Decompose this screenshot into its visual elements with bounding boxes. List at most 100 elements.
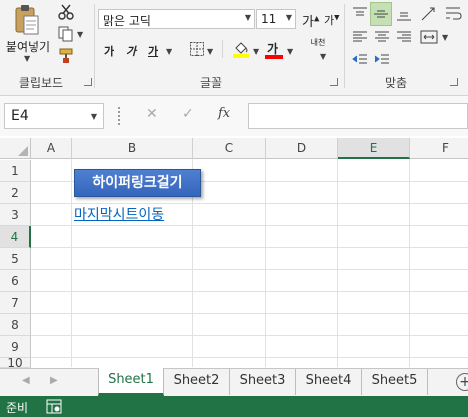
border-icon[interactable] [190,42,204,56]
macro-record-icon[interactable] [46,399,62,414]
row-header-8[interactable]: 8 [0,314,31,336]
chevron-down-icon: ▼ [90,112,97,121]
fill-color-icon[interactable] [232,40,250,58]
column-header-d[interactable]: D [266,138,338,159]
function-icon: fx [218,106,231,121]
grid-line [31,269,468,270]
row-header-10[interactable]: 10 [0,358,31,368]
row-header-7[interactable]: 7 [0,292,31,314]
align-middle-icon [374,10,388,18]
grid-line [31,335,468,336]
phonetic-dropdown-icon[interactable]: ▼ [320,52,326,61]
select-all-corner[interactable] [0,138,31,159]
align-bottom-icon[interactable] [396,6,412,22]
status-bar: 준비 [0,396,468,417]
font-color-dropdown-icon[interactable]: ▼ [287,47,293,56]
scroll-tabs-right-icon[interactable]: ▶ [50,375,58,386]
row-header-9[interactable]: 9 [0,336,31,358]
name-box[interactable]: E4 ▼ [4,103,104,129]
align-left-icon[interactable] [352,29,368,45]
column-header-f[interactable]: F [410,138,468,159]
grid-line [31,225,468,226]
formula-cancel-button[interactable]: ✕ [146,106,158,122]
insert-function-button[interactable]: fx [218,106,230,121]
format-painter-icon[interactable] [58,48,74,64]
sheet-tab-sheet5[interactable]: Sheet5 [362,369,428,395]
clipboard-launcher-icon[interactable] [84,78,92,86]
name-box-value: E4 [11,108,29,124]
shrink-font-glyph: 가 [324,14,335,27]
shrink-font-button[interactable]: 가▼ [324,12,340,28]
font-color-swatch [265,55,283,59]
sheet-tab-sheet1[interactable]: Sheet1 [98,368,164,396]
decrease-indent-icon[interactable] [352,52,368,68]
ribbon: 붙여넣기 ▼ ▼ 클립보드 맑은 고딕 ▼ 11 ▼ 가▲ 가▼ 가 가 가 ▼ [0,0,468,96]
merge-dropdown-icon[interactable]: ▼ [442,33,448,42]
cancel-icon: ✕ [146,106,158,122]
row-header-6[interactable]: 6 [0,270,31,292]
wrap-text-icon[interactable] [444,4,462,22]
ribbon-separator [94,4,95,88]
align-top-icon[interactable] [352,6,368,22]
orientation-icon[interactable] [420,4,438,22]
font-launcher-icon[interactable] [330,78,338,86]
align-middle-button[interactable] [370,2,392,26]
copy-icon[interactable] [58,26,74,42]
font-size-select[interactable]: 11 ▼ [256,9,296,29]
paste-button[interactable]: 붙여넣기 ▼ [2,2,52,64]
row-header-1[interactable]: 1 [0,160,31,182]
font-size-value: 11 [261,12,277,26]
grow-font-button[interactable]: 가▲ [302,11,319,30]
grid-line [31,291,468,292]
status-ready: 준비 [6,401,29,415]
italic-button[interactable]: 가 [126,43,136,59]
underline-button[interactable]: 가 [148,43,158,59]
phonetic-button[interactable]: 내천 [306,38,330,48]
sheet-tab-sheet2[interactable]: Sheet2 [164,369,230,395]
plus-icon: + [459,374,468,390]
select-all-icon [18,146,28,156]
increase-indent-icon[interactable] [374,52,390,68]
cut-icon[interactable] [58,4,74,20]
row-header-5[interactable]: 5 [0,248,31,270]
align-right-icon[interactable] [396,29,412,45]
formula-input[interactable] [248,103,468,129]
ribbon-separator [344,4,345,88]
bold-button[interactable]: 가 [104,43,114,59]
row-header-3[interactable]: 3 [0,204,31,226]
row-header-2[interactable]: 2 [0,182,31,204]
check-icon: ✓ [182,106,194,122]
font-name-value: 맑은 고딕 [103,14,151,28]
column-header-c[interactable]: C [193,138,266,159]
chevron-down-icon: ▼ [244,13,251,22]
column-header-a[interactable]: A [31,138,72,159]
new-sheet-button[interactable]: + [456,373,468,391]
border-dropdown-icon[interactable]: ▼ [207,47,213,56]
column-header-e[interactable]: E [338,138,410,159]
underline-dropdown-icon[interactable]: ▼ [166,47,172,56]
chevron-down-icon: ▼ [285,13,292,22]
font-name-select[interactable]: 맑은 고딕 ▼ [98,9,255,29]
sheet-tab-bar: ◀ ▶ Sheet1 Sheet2 Sheet3 Sheet4 Sheet5 + [0,368,468,396]
cell-b3-hyperlink[interactable]: 마지막시트이동 [74,204,164,224]
alignment-launcher-icon[interactable] [450,78,458,86]
merge-center-icon[interactable] [420,28,438,46]
align-center-icon[interactable] [374,29,390,45]
font-inner-separator [222,40,223,58]
formula-enter-button[interactable]: ✓ [182,106,194,122]
sheet-tab-sheet3[interactable]: Sheet3 [230,369,296,395]
copy-dropdown-icon[interactable]: ▼ [77,30,83,39]
fill-color-dropdown-icon[interactable]: ▼ [253,47,259,56]
hyperlink-shape-button[interactable]: 하이퍼링크걸기 [74,169,201,197]
font-color-button[interactable]: 가 [265,40,285,60]
paste-dropdown-icon: ▼ [24,54,31,63]
alignment-group-label: 맞춤 [384,76,408,90]
scroll-tabs-left-icon[interactable]: ◀ [22,375,30,386]
grid-line [31,313,468,314]
grow-font-glyph: 가 [302,15,314,30]
clipboard-group-label: 클립보드 [18,76,64,90]
sheet-tab-sheet4[interactable]: Sheet4 [296,369,362,395]
column-header-b[interactable]: B [72,138,193,159]
row-header-4[interactable]: 4 [0,226,31,248]
formula-bar-grip-icon[interactable] [118,107,121,125]
